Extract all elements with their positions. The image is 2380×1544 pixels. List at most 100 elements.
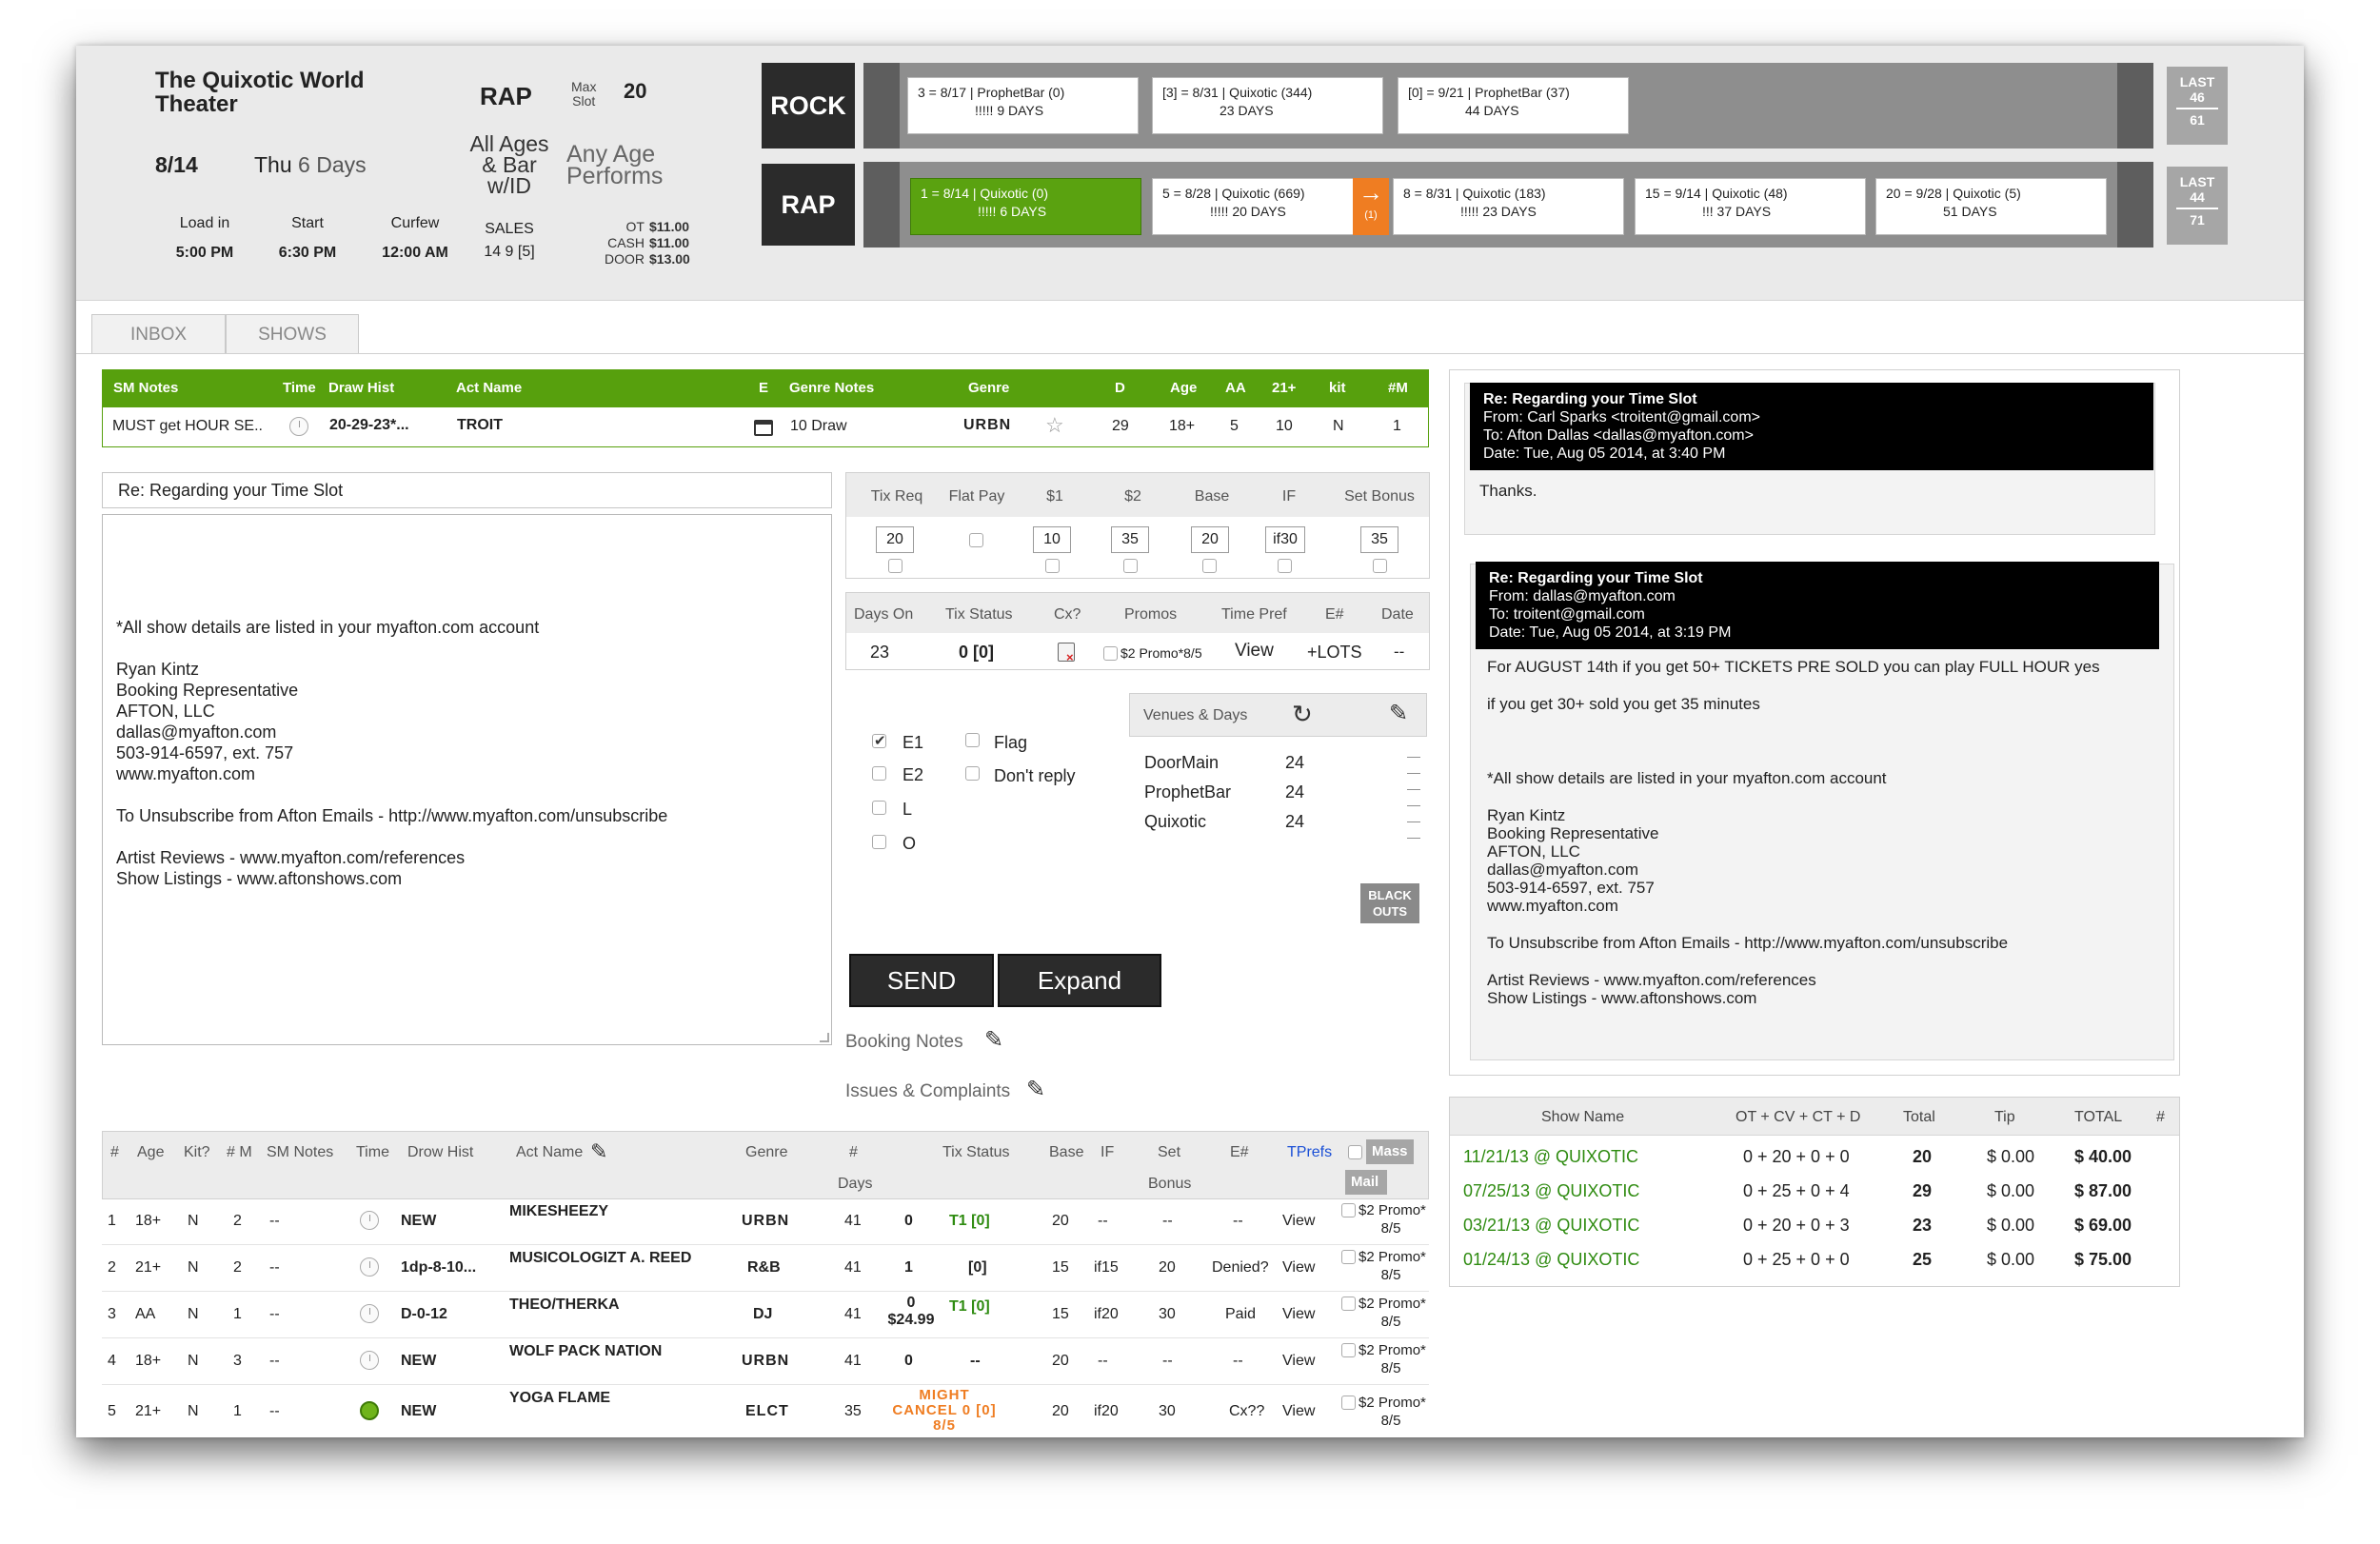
load-in-label: Load in [179,215,230,231]
table-row[interactable]: 2 21+ N 2 -- 1dp-8-10... MUSICOLOGIZT A.… [102,1246,1429,1292]
act-name[interactable]: MIKESHEEZY [509,1203,608,1220]
rap-slot-card[interactable]: 20 = 9/28 | Quixotic (5) 51 DAYS [1875,178,2107,235]
send-button[interactable]: SEND [849,954,994,1007]
resize-handle[interactable] [820,1033,829,1042]
sm-notes-cell[interactable]: MUST get HOUR SE.. [112,418,263,435]
subject-input[interactable]: Re: Regarding your Time Slot [102,472,832,508]
clock-icon[interactable] [360,1351,379,1370]
act-name[interactable]: MUSICOLOGIZT A. REED [509,1250,691,1267]
base-input[interactable]: 20 [1191,526,1229,553]
tpref-view-link[interactable]: View [1282,1306,1315,1323]
act-name[interactable]: YOGA FLAME [509,1390,610,1407]
set-bonus-input[interactable]: 35 [1360,526,1398,553]
tpref-view-link[interactable]: View [1282,1259,1315,1277]
promo-checkbox[interactable] [1103,646,1118,661]
booking-notes-edit-icon[interactable]: ✎ [984,1026,1003,1054]
flag-checkbox[interactable] [965,733,980,747]
base-checkbox[interactable] [1202,559,1217,573]
tpref-view-link[interactable]: View [1282,1353,1315,1370]
clock-icon[interactable] [289,417,308,436]
if-checkbox[interactable] [1278,559,1292,573]
o-checkbox[interactable] [872,835,886,849]
refresh-icon[interactable]: ↻ [1292,700,1313,729]
price-2-input[interactable]: 35 [1111,526,1149,553]
price-2-checkbox[interactable] [1123,559,1138,573]
set-bonus-checkbox[interactable] [1373,559,1387,573]
rock-slot-card[interactable]: [0] = 9/21 | ProphetBar (37) 44 DAYS [1398,77,1629,134]
rock-slot-card[interactable]: 3 = 8/17 | ProphetBar (0)!!!!! 9 DAYS [907,77,1139,134]
header-panel: The Quixotic World Theater 8/14 Thu 6 Day… [76,46,2304,301]
table-row[interactable]: 4 18+ N 3 -- NEW WOLF PACK NATION URBN 4… [102,1339,1429,1385]
promo-checkbox[interactable] [1341,1297,1356,1311]
rap-genre-button[interactable]: RAP [762,164,855,246]
star-icon[interactable]: ☆ [1045,413,1064,438]
rap-slot-card[interactable]: 15 = 9/14 | Quixotic (48)!!! 37 DAYS [1635,178,1866,235]
message-body-textarea[interactable]: *All show details are listed in your mya… [102,514,832,1045]
tab-inbox[interactable]: INBOX [91,314,226,354]
ages-policy: All Ages & Bar w/ID [469,131,549,198]
edit-pencil-icon[interactable]: ✎ [1389,700,1408,727]
tprefs-link[interactable]: TPrefs [1287,1144,1332,1161]
rap-slot-card[interactable]: 5 = 8/28 | Quixotic (669)!!!!! 20 DAYS [1152,178,1354,235]
history-show-link[interactable]: 01/24/13 @ QUIXOTIC [1463,1242,1639,1277]
promo-checkbox[interactable] [1341,1343,1356,1357]
blackouts-button[interactable]: BLACK OUTS [1360,883,1419,923]
mail-label[interactable]: Mail [1345,1170,1387,1195]
shows-table-header: # Age Kit? # M SM Notes Time Drow Hist A… [102,1131,1429,1199]
message-header: Re: Regarding your Time Slot From: Carl … [1470,383,2153,470]
issues-complaints-link[interactable]: Issues & Complaints [845,1081,1010,1102]
history-show-link[interactable]: 03/21/13 @ QUIXOTIC [1463,1208,1639,1242]
table-row[interactable]: 1 18+ N 2 -- NEW MIKESHEEZY URBN 41 0 T1… [102,1199,1429,1245]
rap-slot-card[interactable]: 8 = 8/31 | Quixotic (183)!!!!! 23 DAYS [1393,178,1624,235]
clock-active-icon[interactable] [360,1401,379,1420]
mass-label[interactable]: Mass [1366,1139,1414,1164]
act-name[interactable]: WOLF PACK NATION [509,1343,662,1360]
table-row[interactable]: 3 AA N 1 -- D-0-12 THEO/THERKA DJ 41 0 $2… [102,1293,1429,1338]
rap-last-counter: LAST 44 71 [2167,167,2228,245]
act-name-edit-icon[interactable]: ✎ [590,1139,607,1164]
booking-notes-link[interactable]: Booking Notes [845,1032,963,1053]
tix-req-checkbox[interactable] [888,559,902,573]
history-show-link[interactable]: 07/25/13 @ QUIXOTIC [1463,1174,1639,1208]
expand-button[interactable]: Expand [998,954,1161,1007]
price-1-checkbox[interactable] [1045,559,1060,573]
calendar-icon[interactable] [754,420,773,436]
l-checkbox[interactable] [872,801,886,815]
clock-icon[interactable] [360,1257,379,1277]
act-table-header: SM Notes Time Draw Hist Act Name E Genre… [102,369,1429,407]
tab-divider [76,353,2304,354]
tab-shows[interactable]: SHOWS [226,314,359,354]
price-1-input[interactable]: 10 [1033,526,1071,553]
draw-hist-cell[interactable]: 20-29-23*... [329,417,409,434]
tpref-view-link[interactable]: View [1282,1403,1315,1420]
genre-notes-cell[interactable]: 10 Draw [790,418,847,435]
mass-mail-checkbox[interactable] [1348,1145,1362,1159]
rap-track-end [2117,162,2153,247]
payout-history-table: Show Name OT + CV + CT + D Total Tip TOT… [1449,1097,2180,1287]
act-table-row[interactable]: MUST get HOUR SE.. 20-29-23*... TROIT 10… [102,407,1429,447]
move-slot-arrow-button[interactable]: → (1) [1353,178,1389,235]
promo-checkbox[interactable] [1341,1203,1356,1217]
flat-pay-checkbox[interactable] [969,533,983,547]
tix-req-input[interactable]: 20 [876,526,914,553]
cancel-calendar-icon[interactable]: × [1058,643,1075,664]
rock-genre-button[interactable]: ROCK [762,63,855,148]
act-name-cell[interactable]: TROIT [457,417,503,434]
e1-checkbox[interactable] [872,732,886,749]
promo-checkbox[interactable] [1341,1396,1356,1410]
rap-current-slot-card[interactable]: 1 = 8/14 | Quixotic (0)!!!!! 6 DAYS [910,178,1141,235]
time-pref-view-link[interactable]: View [1235,641,1274,662]
rock-track-end [2117,63,2153,148]
clock-icon[interactable] [360,1304,379,1323]
history-show-link[interactable]: 11/21/13 @ QUIXOTIC [1463,1139,1639,1174]
act-name[interactable]: THEO/THERKA [509,1297,620,1314]
rock-slot-card[interactable]: [3] = 8/31 | Quixotic (344) 23 DAYS [1152,77,1383,134]
e2-checkbox[interactable] [872,766,886,781]
clock-icon[interactable] [360,1211,379,1230]
promo-checkbox[interactable] [1341,1250,1356,1264]
tpref-view-link[interactable]: View [1282,1213,1315,1230]
issues-edit-icon[interactable]: ✎ [1026,1076,1045,1103]
table-row[interactable]: 5 21+ N 1 -- NEW YOGA FLAME ELCT 35 MIGH… [102,1386,1429,1435]
dont-reply-checkbox[interactable] [965,766,980,781]
if-input[interactable]: if30 [1265,526,1305,553]
